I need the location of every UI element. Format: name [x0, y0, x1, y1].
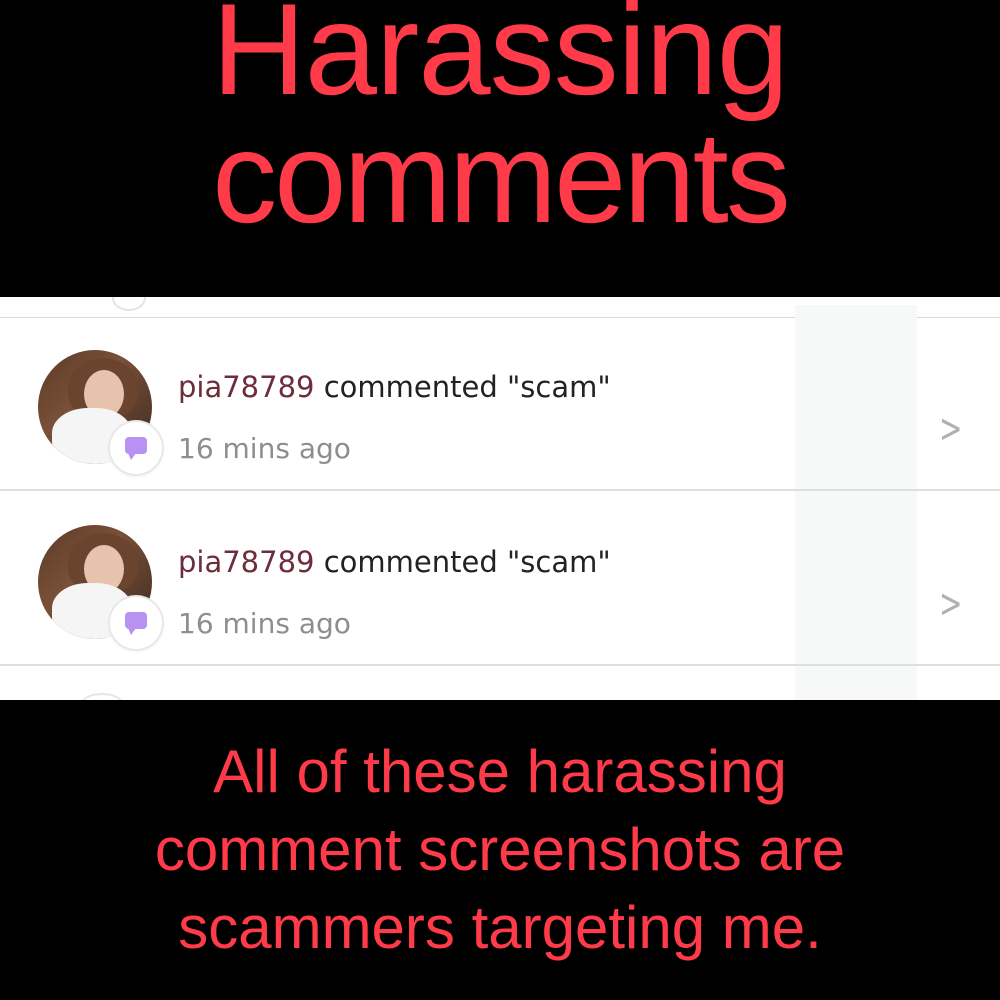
notification-row[interactable]: pia78789 commented "scam" 16 mins ago > [0, 493, 1000, 666]
caption-line-2: comment screenshots are [154, 816, 846, 883]
title-line-2: comments [212, 104, 791, 250]
notification-time: 16 mins ago [178, 607, 351, 640]
username-link[interactable]: pia78789 [178, 545, 315, 579]
avatar-stub-bottom [80, 693, 124, 700]
notification-text: pia78789 commented "scam" [178, 545, 611, 579]
overlay-caption: All of these harassing comment screensho… [0, 733, 1000, 967]
notification-text: pia78789 commented "scam" [178, 370, 611, 404]
chevron-right-icon[interactable]: > [939, 406, 962, 452]
comment-badge [110, 422, 162, 474]
comment-bubble-icon [125, 612, 147, 635]
notification-action: commented "scam" [314, 370, 611, 404]
notification-action: commented "scam" [314, 545, 611, 579]
row-divider [0, 664, 1000, 666]
title-line-1: Harassing [211, 0, 789, 122]
notification-row[interactable]: pia78789 commented "scam" 16 mins ago > [0, 318, 1000, 491]
chevron-right-icon[interactable]: > [939, 581, 962, 627]
username-link[interactable]: pia78789 [178, 370, 315, 404]
caption-line-3: scammers targeting me. [178, 894, 822, 961]
notification-time: 16 mins ago [178, 432, 351, 465]
avatar-stub-top [112, 297, 146, 311]
row-divider [0, 489, 1000, 491]
caption-line-1: All of these harassing [213, 738, 787, 805]
notification-screenshot: pia78789 commented "scam" 16 mins ago > … [0, 297, 1000, 700]
comment-badge [110, 597, 162, 649]
overlay-title: Harassing comments [0, 0, 1000, 250]
comment-bubble-icon [125, 437, 147, 460]
